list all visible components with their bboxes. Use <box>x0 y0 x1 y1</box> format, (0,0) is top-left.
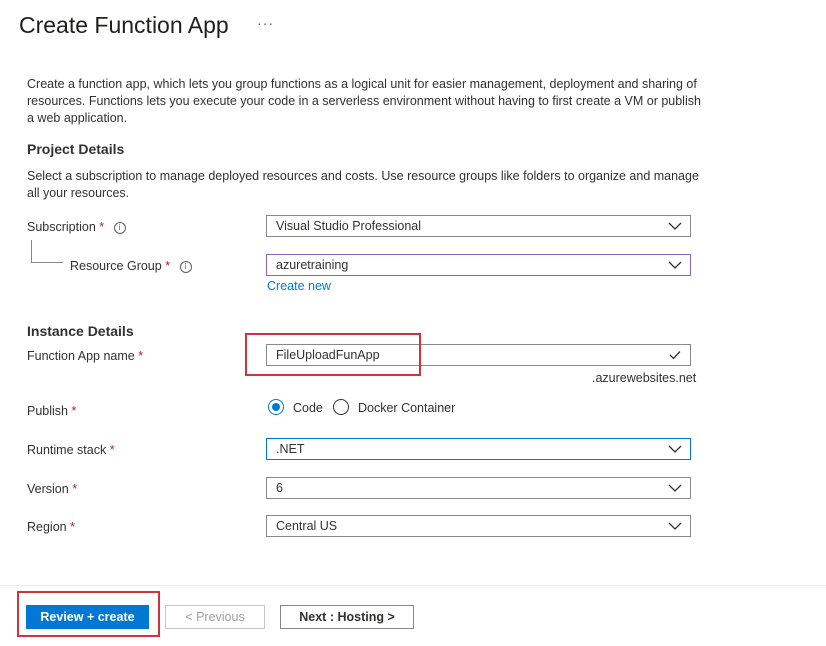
required-marker: * <box>72 482 78 496</box>
highlight-box-review-create <box>17 591 160 637</box>
page-description: Create a function app, which lets you gr… <box>27 77 701 125</box>
required-marker: * <box>109 443 115 457</box>
chevron-down-icon <box>668 261 682 269</box>
instance-details-heading: Instance Details <box>27 323 134 339</box>
previous-button[interactable]: < Previous <box>165 605 265 629</box>
next-hosting-button[interactable]: Next : Hosting > <box>280 605 414 629</box>
create-new-link[interactable]: Create new <box>267 279 331 293</box>
chevron-down-icon <box>668 522 682 530</box>
footer-divider <box>0 585 826 586</box>
resource-group-label: Resource Group * i <box>70 259 192 273</box>
version-dropdown[interactable]: 6 <box>266 477 691 499</box>
chevron-down-icon <box>668 222 682 230</box>
region-label: Region * <box>27 520 75 534</box>
publish-docker-radio[interactable] <box>333 399 349 415</box>
page-title: Create Function App <box>19 12 229 38</box>
info-icon[interactable]: i <box>113 221 126 234</box>
info-icon[interactable]: i <box>179 260 192 273</box>
function-app-name-label: Function App name * <box>27 349 144 363</box>
subscription-dropdown[interactable]: Visual Studio Professional <box>266 215 691 237</box>
publish-code-radio[interactable] <box>268 399 284 415</box>
domain-suffix: .azurewebsites.net <box>592 371 697 385</box>
publish-docker-label[interactable]: Docker Container <box>358 401 455 415</box>
check-icon <box>669 351 681 360</box>
subscription-label: Subscription * i <box>27 220 126 234</box>
chevron-down-icon <box>668 484 682 492</box>
region-dropdown[interactable]: Central US <box>266 515 691 537</box>
project-details-heading: Project Details <box>27 141 125 157</box>
required-marker: * <box>138 349 144 363</box>
runtime-stack-dropdown[interactable]: .NET <box>266 438 691 460</box>
more-options-icon[interactable]: ··· <box>257 15 274 31</box>
required-marker: * <box>165 259 171 273</box>
runtime-stack-label: Runtime stack * <box>27 443 115 457</box>
tree-connector <box>31 240 63 263</box>
chevron-down-icon <box>668 445 682 453</box>
version-label: Version * <box>27 482 78 496</box>
highlight-box-app-name <box>245 333 421 376</box>
required-marker: * <box>71 404 77 418</box>
publish-label: Publish * <box>27 404 77 418</box>
required-marker: * <box>99 220 105 234</box>
required-marker: * <box>70 520 75 534</box>
project-details-description: Select a subscription to manage deployed… <box>27 169 699 200</box>
resource-group-dropdown[interactable]: azuretraining <box>266 254 691 276</box>
publish-code-label[interactable]: Code <box>293 401 323 415</box>
